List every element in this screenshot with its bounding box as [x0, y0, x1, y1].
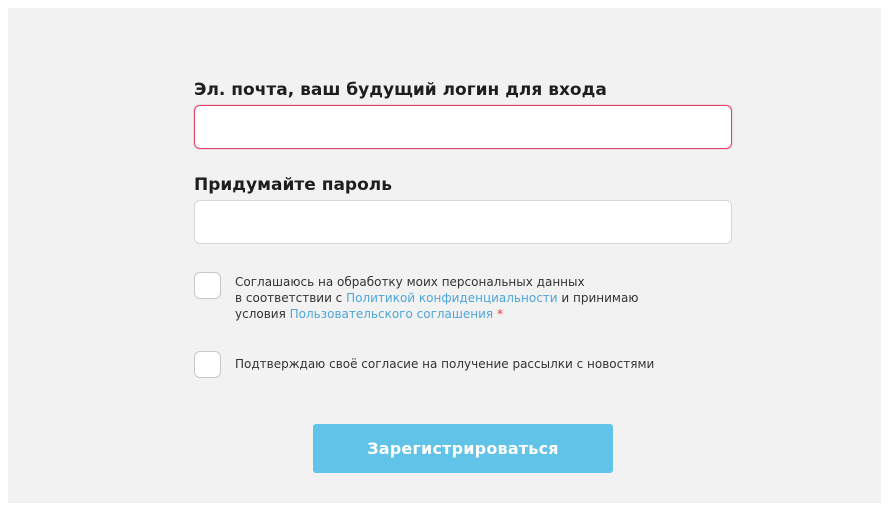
consent-line-2-suffix: и принимаю — [557, 291, 639, 305]
consent-line-2: в соответствии с Политикой конфиденциаль… — [235, 290, 638, 306]
password-label: Придумайте пароль — [194, 175, 392, 195]
required-mark: * — [493, 307, 503, 321]
privacy-policy-link[interactable]: Политикой конфиденциальности — [346, 291, 557, 305]
consent-checkbox[interactable] — [194, 272, 221, 299]
newsletter-label: Подтверждаю своё согласие на получение р… — [235, 357, 655, 371]
consent-line-3-prefix: условия — [235, 307, 290, 321]
password-input[interactable] — [194, 200, 732, 244]
register-button[interactable]: Зарегистрироваться — [313, 424, 613, 473]
consent-line-3: условия Пользовательского соглашения * — [235, 306, 638, 322]
consent-line-2-prefix: в соответствии с — [235, 291, 347, 305]
email-input[interactable] — [194, 105, 732, 149]
terms-link[interactable]: Пользовательского соглашения — [290, 307, 494, 321]
consent-text: Соглашаюсь на обработку моих персональны… — [235, 274, 638, 322]
newsletter-checkbox[interactable] — [194, 351, 221, 378]
registration-form: Эл. почта, ваш будущий логин для входа П… — [8, 8, 881, 503]
email-label: Эл. почта, ваш будущий логин для входа — [194, 80, 607, 100]
consent-line-1: Соглашаюсь на обработку моих персональны… — [235, 275, 585, 289]
